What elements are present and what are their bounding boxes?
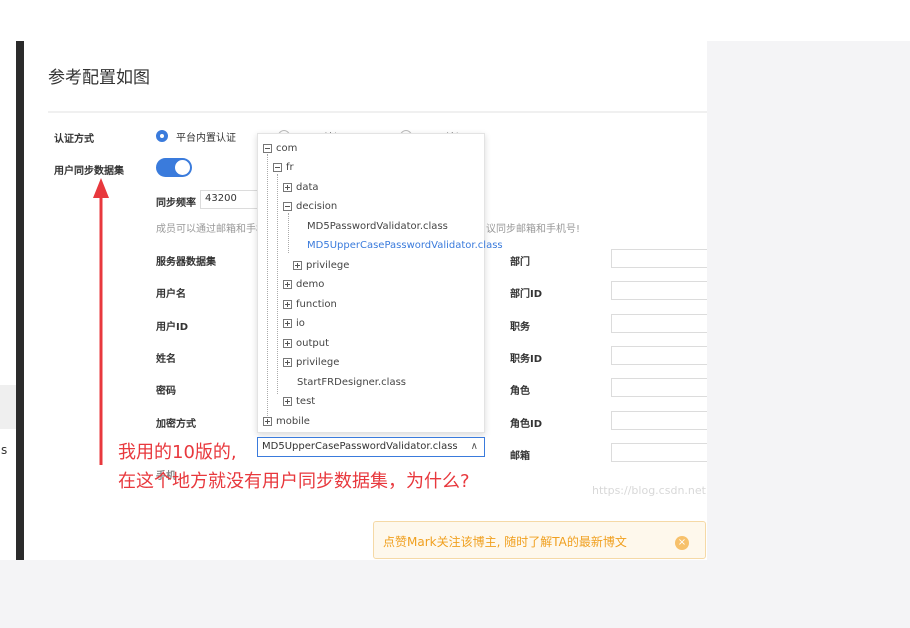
field-email-label: 邮箱 xyxy=(510,451,530,462)
field-username-label: 用户名 xyxy=(156,289,186,300)
sidebar-fragment-text: s xyxy=(1,443,8,457)
tree-node-startfrdesigner[interactable]: StartFRDesigner.class xyxy=(297,377,406,388)
sync-hint-right: 议同步邮箱和手机号! xyxy=(486,224,581,235)
tree-node-test[interactable]: test xyxy=(283,396,315,407)
field-role-label: 角色 xyxy=(510,386,530,397)
tree-node-md5-uppercase-validator[interactable]: MD5UpperCasePasswordValidator.class xyxy=(307,240,503,251)
field-department-label: 部门 xyxy=(510,257,530,268)
tree-node-md5-validator[interactable]: MD5PasswordValidator.class xyxy=(307,221,448,232)
tree-node-privilege-sub[interactable]: privilege xyxy=(293,260,349,271)
field-position-id-input[interactable] xyxy=(611,346,707,365)
sync-frequency-label: 同步频率 xyxy=(156,198,196,209)
auth-method-label: 认证方式 xyxy=(54,134,94,145)
expand-icon[interactable] xyxy=(283,183,292,192)
tree-guide-line xyxy=(288,213,289,253)
radio-platform-auth[interactable] xyxy=(156,130,168,142)
tree-node-fr[interactable]: fr xyxy=(273,162,294,173)
user-sync-toggle[interactable] xyxy=(156,158,192,177)
annotation-line-1: 我用的10版的, xyxy=(118,442,237,463)
field-position-label: 职务 xyxy=(510,322,530,333)
field-email-input[interactable] xyxy=(611,443,707,462)
tree-node-output[interactable]: output xyxy=(283,338,329,349)
top-bar xyxy=(0,0,910,41)
field-role-id-label: 角色ID xyxy=(510,419,543,430)
expand-icon[interactable] xyxy=(283,300,292,309)
radio-platform-auth-label: 平台内置认证 xyxy=(176,133,236,144)
expand-icon[interactable] xyxy=(293,261,302,270)
sync-frequency-input[interactable]: 43200 xyxy=(200,190,260,209)
collapse-icon[interactable] xyxy=(273,163,282,172)
title-divider xyxy=(48,111,707,113)
encryption-select-value: MD5UpperCasePasswordValidator.class xyxy=(262,441,458,452)
field-role-id-input[interactable] xyxy=(611,411,707,430)
close-icon[interactable]: × xyxy=(675,536,689,550)
tree-node-com[interactable]: com xyxy=(263,143,297,154)
tree-node-privilege[interactable]: privilege xyxy=(283,357,339,368)
watermark: https://blog.csdn.net xyxy=(592,484,706,497)
user-sync-dataset-label: 用户同步数据集 xyxy=(54,166,124,177)
field-userid-label: 用户ID xyxy=(156,322,189,333)
sync-hint-left: 成员可以通过邮箱和手机 xyxy=(156,224,266,235)
field-department-id-input[interactable] xyxy=(611,281,707,300)
field-department-input[interactable] xyxy=(611,249,707,268)
tree-guide-line xyxy=(267,154,268,416)
tree-guide-line xyxy=(277,174,278,394)
expand-icon[interactable] xyxy=(283,280,292,289)
toggle-knob xyxy=(175,160,190,175)
field-server-dataset-label: 服务器数据集 xyxy=(156,257,216,268)
expand-icon[interactable] xyxy=(283,397,292,406)
expand-icon[interactable] xyxy=(283,319,292,328)
field-password-label: 密码 xyxy=(156,386,176,397)
tree-node-demo[interactable]: demo xyxy=(283,279,324,290)
expand-icon[interactable] xyxy=(263,417,272,426)
collapse-icon[interactable] xyxy=(283,202,292,211)
tree-node-function[interactable]: function xyxy=(283,299,337,310)
left-sidebar-fragment: s xyxy=(0,41,16,560)
field-role-input[interactable] xyxy=(611,378,707,397)
page-title: 参考配置如图 xyxy=(48,68,150,88)
chevron-up-icon[interactable]: ∧ xyxy=(471,441,478,452)
annotation-line-2: 在这个地方就没有用户同步数据集，为什么? xyxy=(118,471,470,492)
field-position-input[interactable] xyxy=(611,314,707,333)
tree-node-mobile[interactable]: mobile xyxy=(263,416,310,427)
class-tree-dropdown[interactable]: com fr data decision MD5PasswordValidato… xyxy=(257,133,503,433)
encryption-select[interactable]: MD5UpperCasePasswordValidator.class ∧ xyxy=(257,437,485,457)
tree-node-decision[interactable]: decision xyxy=(283,201,337,212)
expand-icon[interactable] xyxy=(283,358,292,367)
field-department-id-label: 部门ID xyxy=(510,289,543,300)
field-position-id-label: 职务ID xyxy=(510,354,543,365)
sidebar-divider xyxy=(0,385,16,429)
collapse-icon[interactable] xyxy=(263,144,272,153)
field-encryption-label: 加密方式 xyxy=(156,419,196,430)
notice-text: 点赞Mark关注该博主, 随时了解TA的最新博文 xyxy=(383,535,627,549)
tree-node-io[interactable]: io xyxy=(283,318,305,329)
tree-node-data[interactable]: data xyxy=(283,182,319,193)
follow-notice-bar[interactable]: 点赞Mark关注该博主, 随时了解TA的最新博文 × xyxy=(373,521,706,559)
expand-icon[interactable] xyxy=(283,339,292,348)
field-realname-label: 姓名 xyxy=(156,354,176,365)
